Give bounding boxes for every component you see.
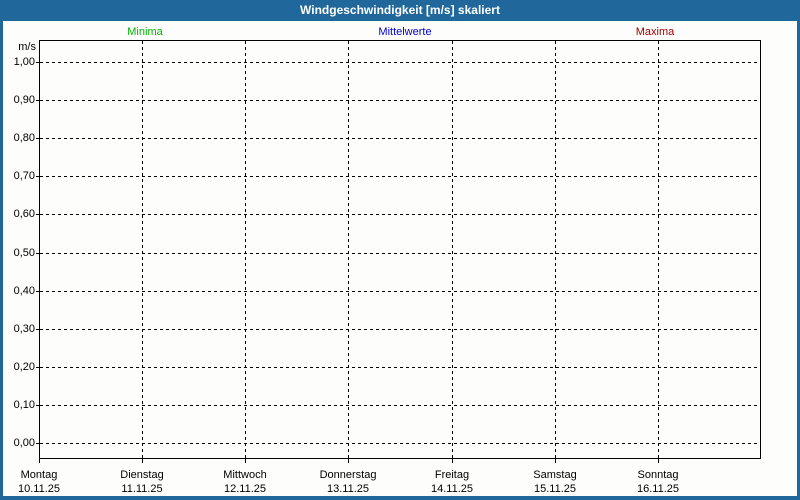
horizontal-gridline <box>40 405 760 406</box>
day-name: Dienstag <box>120 469 164 481</box>
day-date: 13.11.25 <box>326 483 369 495</box>
vertical-gridline <box>555 41 556 458</box>
x-axis-tick <box>658 459 659 463</box>
y-tick-label: 0,50 <box>13 247 35 259</box>
x-axis-tick <box>555 459 556 463</box>
horizontal-gridline <box>40 214 760 215</box>
y-axis-unit-label: m/s <box>18 41 36 53</box>
vertical-gridline <box>348 41 349 458</box>
vertical-gridline <box>658 41 659 458</box>
day-name: Sonntag <box>637 469 679 481</box>
day-date: 16.11.25 <box>636 483 680 495</box>
y-axis-tick <box>36 329 40 330</box>
day-name: Samstag <box>533 469 577 481</box>
horizontal-gridline <box>40 100 760 101</box>
day-name: Montag <box>20 469 58 481</box>
x-axis-tick <box>348 459 349 463</box>
title-bar: Windgeschwindigkeit [m/s] skaliert <box>0 0 800 21</box>
x-axis-tick <box>39 459 40 463</box>
y-tick-label: 0,10 <box>13 399 35 411</box>
chart-window: Windgeschwindigkeit [m/s] skaliert Minim… <box>0 0 800 500</box>
day-name: Mittwoch <box>223 469 267 481</box>
y-axis-tick <box>36 62 40 63</box>
day-date: 11.11.25 <box>121 483 163 495</box>
horizontal-gridline <box>40 253 760 254</box>
x-axis-tick <box>142 459 143 463</box>
y-axis-tick <box>36 253 40 254</box>
day-name: Freitag <box>434 469 470 481</box>
legend-minima: Minima <box>127 26 163 38</box>
x-axis-tick <box>452 459 453 463</box>
horizontal-gridline <box>40 138 760 139</box>
y-tick-label: 0,20 <box>13 361 35 373</box>
day-name: Donnerstag <box>319 469 377 481</box>
window-border-left <box>0 21 3 500</box>
y-tick-label: 0,30 <box>13 323 35 335</box>
horizontal-gridline <box>40 329 760 330</box>
vertical-gridline <box>142 41 143 458</box>
horizontal-gridline <box>40 176 760 177</box>
day-date: 15.11.25 <box>533 483 577 495</box>
y-tick-label: 0,80 <box>13 132 35 144</box>
legend-maxima: Maxima <box>635 26 675 38</box>
plot-area <box>39 40 761 459</box>
x-axis-day-label: Sonntag 16.11.25 <box>637 468 679 496</box>
chart-title: Windgeschwindigkeit [m/s] skaliert <box>300 3 500 17</box>
vertical-gridline <box>245 41 246 458</box>
y-tick-label: 0,90 <box>13 94 35 106</box>
x-axis-day-label: Dienstag 11.11.25 <box>120 468 163 496</box>
y-axis-tick <box>36 100 40 101</box>
legend-mittelwerte: Mittelwerte <box>378 26 432 38</box>
window-border-bottom <box>0 496 800 500</box>
y-axis-tick <box>36 405 40 406</box>
y-tick-label: 0,40 <box>13 285 35 297</box>
x-axis-day-label: Mittwoch 12.11.25 <box>223 468 266 496</box>
x-axis-tick <box>245 459 246 463</box>
y-axis-tick <box>36 443 40 444</box>
x-axis-day-label: Freitag 14.11.25 <box>431 468 473 496</box>
horizontal-gridline <box>40 443 760 444</box>
horizontal-gridline <box>40 367 760 368</box>
y-axis-tick <box>36 214 40 215</box>
y-tick-label: 0,70 <box>13 170 35 182</box>
y-axis-tick <box>36 291 40 292</box>
y-axis-tick <box>36 138 40 139</box>
day-date: 12.11.25 <box>223 483 266 495</box>
day-date: 14.11.25 <box>430 483 474 495</box>
x-axis-day-label: Donnerstag 13.11.25 <box>320 468 377 496</box>
day-date: 10.11.25 <box>17 483 61 495</box>
x-axis-day-label: Samstag 15.11.25 <box>533 468 576 496</box>
horizontal-gridline <box>40 62 760 63</box>
y-tick-label: 1,00 <box>13 56 35 68</box>
y-axis-tick <box>36 176 40 177</box>
y-axis-tick <box>36 367 40 368</box>
x-axis-day-label: Montag 10.11.25 <box>18 468 60 496</box>
y-tick-label: 0,60 <box>13 208 35 220</box>
vertical-gridline <box>452 41 453 458</box>
horizontal-gridline <box>40 291 760 292</box>
y-tick-label: 0,00 <box>13 437 35 449</box>
